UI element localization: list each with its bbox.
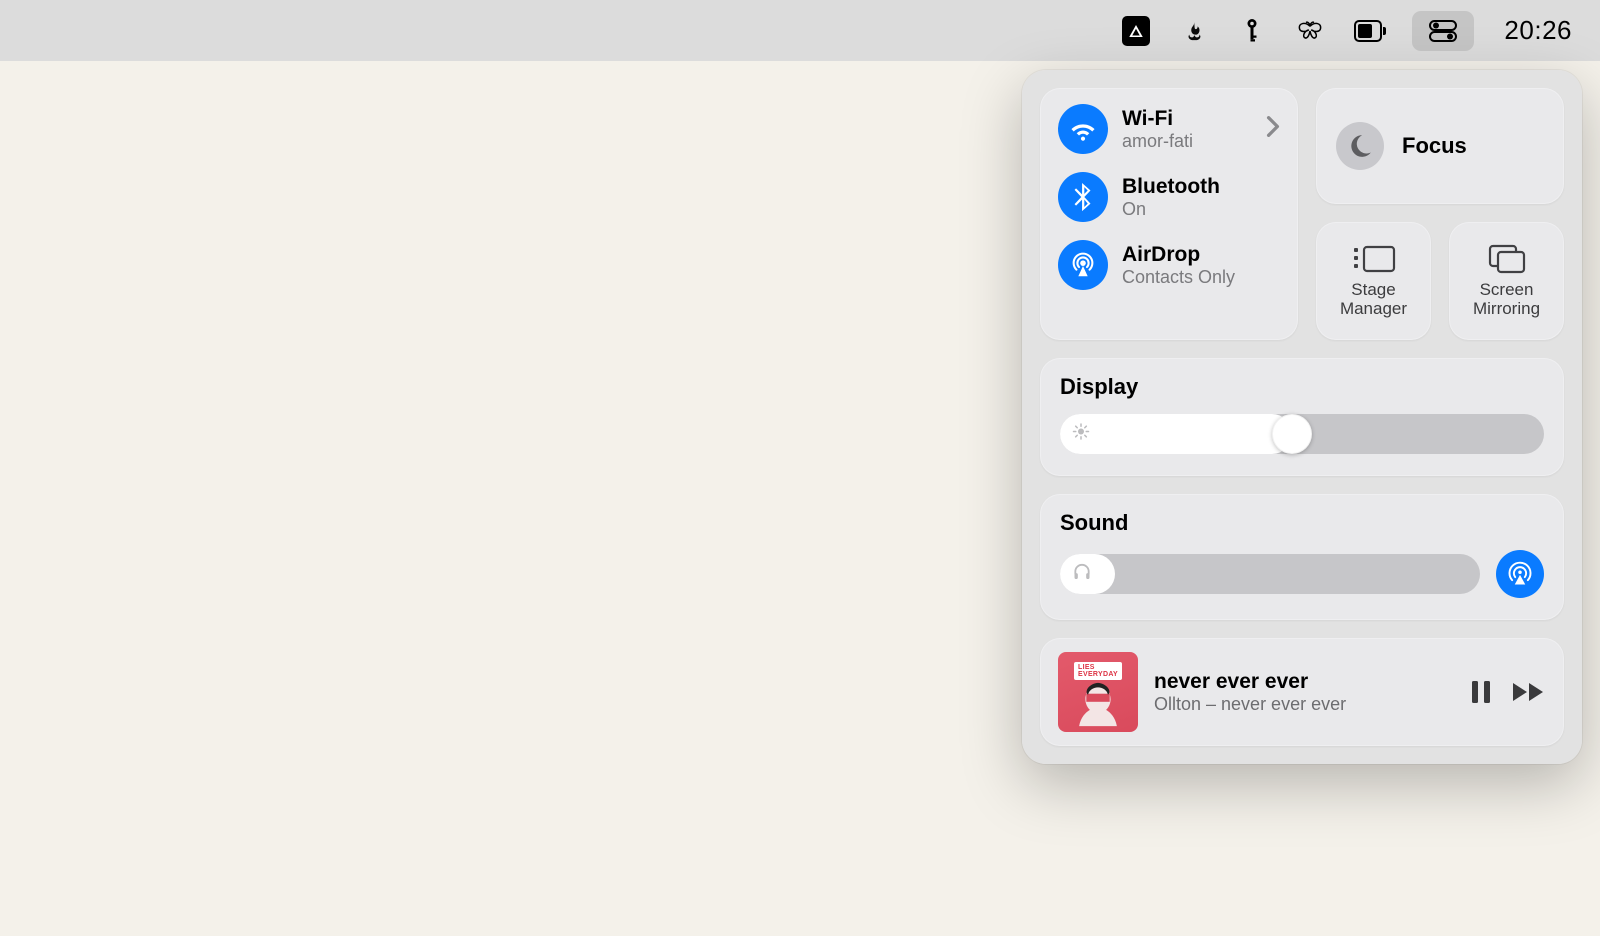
butterfly-icon[interactable] — [1296, 17, 1324, 45]
wifi-status: amor-fati — [1122, 131, 1193, 152]
pause-button[interactable] — [1470, 679, 1492, 705]
flame-icon[interactable] — [1180, 17, 1208, 45]
album-art-tag: LIES EVERYDAY — [1074, 662, 1122, 680]
headphones-icon — [1072, 562, 1092, 587]
screen-mirroring-tile[interactable]: Screen Mirroring — [1449, 222, 1564, 340]
screen-mirroring-label-2: Mirroring — [1473, 299, 1540, 318]
menu-bar-clock[interactable]: 20:26 — [1504, 15, 1572, 46]
moon-icon — [1336, 122, 1384, 170]
screen-mirroring-label-1: Screen — [1480, 280, 1534, 299]
stage-manager-label-1: Stage — [1351, 280, 1395, 299]
control-center-toggle[interactable] — [1412, 11, 1474, 51]
key-icon[interactable] — [1238, 17, 1266, 45]
album-art: LIES EVERYDAY — [1058, 652, 1138, 732]
media-subtitle: Ollton – never ever ever — [1154, 694, 1454, 716]
airdrop-title: AirDrop — [1122, 243, 1235, 267]
next-track-button[interactable] — [1512, 681, 1546, 703]
airplay-audio-button[interactable] — [1496, 550, 1544, 598]
connectivity-tile: Wi-Fi amor-fati Bluetooth On — [1040, 88, 1298, 340]
airdrop-icon — [1058, 240, 1108, 290]
stage-manager-label-2: Manager — [1340, 299, 1407, 318]
bluetooth-icon — [1058, 172, 1108, 222]
app-triangle-icon[interactable] — [1122, 17, 1150, 45]
display-tile: Display — [1040, 358, 1564, 476]
now-playing-tile[interactable]: LIES EVERYDAY never ever ever Ollton – n… — [1040, 638, 1564, 746]
battery-icon[interactable] — [1354, 17, 1382, 45]
bluetooth-title: Bluetooth — [1122, 175, 1220, 199]
display-slider[interactable] — [1060, 414, 1544, 454]
sound-slider[interactable] — [1060, 554, 1480, 594]
airdrop-status: Contacts Only — [1122, 267, 1235, 288]
display-label: Display — [1060, 374, 1544, 400]
wifi-icon — [1058, 104, 1108, 154]
stage-manager-icon — [1352, 243, 1396, 275]
wifi-title: Wi-Fi — [1122, 107, 1193, 131]
media-title: never ever ever — [1154, 669, 1454, 694]
chevron-right-icon — [1266, 116, 1280, 143]
airdrop-row[interactable]: AirDrop Contacts Only — [1052, 236, 1288, 294]
stage-manager-tile[interactable]: Stage Manager — [1316, 222, 1431, 340]
screen-mirroring-icon — [1488, 243, 1526, 275]
sound-label: Sound — [1060, 510, 1544, 536]
focus-label: Focus — [1402, 133, 1467, 159]
focus-tile[interactable]: Focus — [1316, 88, 1564, 204]
brightness-icon — [1072, 423, 1090, 446]
wifi-row[interactable]: Wi-Fi amor-fati — [1052, 100, 1288, 158]
sound-tile: Sound — [1040, 494, 1564, 620]
bluetooth-row[interactable]: Bluetooth On — [1052, 168, 1288, 226]
menu-bar: 20:26 — [0, 0, 1600, 61]
bluetooth-status: On — [1122, 199, 1220, 220]
control-center-panel: Wi-Fi amor-fati Bluetooth On — [1022, 70, 1582, 764]
